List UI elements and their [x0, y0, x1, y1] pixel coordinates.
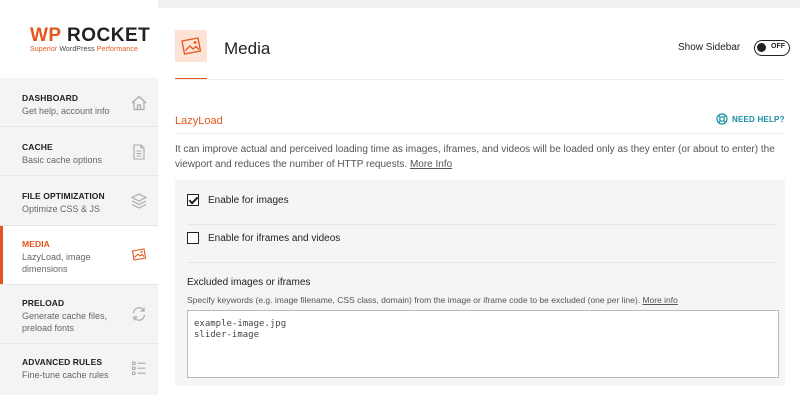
sidebar-item-subtitle: Generate cache files, preload fonts	[22, 311, 108, 333]
list-icon	[131, 361, 146, 376]
sidebar-item-subtitle: Fine-tune cache rules	[22, 370, 109, 380]
logo-tagline: Superior WordPress Performance	[30, 46, 138, 53]
excluded-description: Specify keywords (e.g. image filename, C…	[187, 295, 678, 305]
header-divider	[175, 79, 785, 80]
enable-images-checkbox[interactable]	[187, 194, 199, 206]
media-header-icon	[175, 30, 207, 62]
sidebar: WP ROCKET Superior WordPress Performance…	[0, 0, 158, 395]
sidebar-item-preload[interactable]: PRELOAD Generate cache files, preload fo…	[0, 285, 158, 344]
show-sidebar-label: Show Sidebar	[678, 42, 741, 53]
toggle-knob	[757, 43, 766, 52]
lifebuoy-icon	[716, 113, 728, 125]
sidebar-item-dashboard[interactable]: DASHBOARD Get help, account info	[0, 78, 158, 127]
page-title: Media	[224, 39, 271, 58]
enable-iframes-checkbox[interactable]	[187, 232, 199, 244]
layers-icon	[130, 193, 148, 209]
sidebar-item-title: PRELOAD	[22, 298, 65, 308]
logo-title: WP ROCKET	[30, 25, 151, 46]
sidebar-item-media[interactable]: MEDIA LazyLoad, image dimensions	[0, 226, 158, 285]
sidebar-item-title: CACHE	[22, 142, 53, 152]
option-divider	[187, 224, 777, 225]
enable-iframes-label[interactable]: Enable for iframes and videos	[208, 233, 340, 244]
refresh-icon	[132, 307, 146, 321]
need-help-label: NEED HELP?	[732, 114, 785, 124]
lazyload-options-panel: Enable for images Enable for iframes and…	[175, 180, 785, 386]
sidebar-item-title: ADVANCED RULES	[22, 357, 103, 367]
sidebar-item-title: DASHBOARD	[22, 93, 79, 103]
more-info-link[interactable]: More Info	[410, 159, 452, 170]
brand-logo[interactable]: WP ROCKET Superior WordPress Performance	[0, 0, 158, 78]
option-divider	[187, 262, 777, 263]
document-icon	[133, 144, 145, 160]
section-description: It can improve actual and perceived load…	[175, 144, 775, 170]
section-divider	[175, 133, 785, 134]
sidebar-item-title: MEDIA	[22, 239, 50, 249]
sidebar-item-subtitle: Basic cache options	[22, 155, 103, 165]
section-title: LazyLoad	[175, 115, 223, 127]
excluded-keywords-textarea[interactable]: example-image.jpg slider-image	[187, 310, 779, 378]
toggle-state-label: OFF	[771, 43, 785, 50]
sidebar-item-subtitle: LazyLoad, image dimensions	[22, 252, 91, 274]
sidebar-item-subtitle: Get help, account info	[22, 106, 110, 116]
sidebar-item-cache[interactable]: CACHE Basic cache options	[0, 127, 158, 176]
show-sidebar-toggle[interactable]: OFF	[754, 40, 790, 56]
sidebar-item-file-optimization[interactable]: FILE OPTIMIZATION Optimize CSS & JS	[0, 176, 158, 226]
enable-iframes-row[interactable]: Enable for iframes and videos	[187, 232, 340, 244]
excluded-more-info-link[interactable]: More info	[642, 295, 677, 305]
enable-images-row[interactable]: Enable for images	[187, 194, 289, 206]
main-panel: Media Show Sidebar OFF LazyLoad NEED HEL…	[158, 8, 800, 395]
excluded-title: Excluded images or iframes	[187, 277, 311, 288]
media-icon	[131, 248, 147, 261]
sidebar-item-subtitle: Optimize CSS & JS	[22, 204, 101, 214]
need-help-link[interactable]: NEED HELP?	[716, 113, 785, 125]
sidebar-item-advanced-rules[interactable]: ADVANCED RULES Fine-tune cache rules	[0, 344, 158, 395]
enable-images-label[interactable]: Enable for images	[208, 195, 289, 206]
home-icon	[131, 95, 147, 111]
sidebar-item-title: FILE OPTIMIZATION	[22, 191, 105, 201]
